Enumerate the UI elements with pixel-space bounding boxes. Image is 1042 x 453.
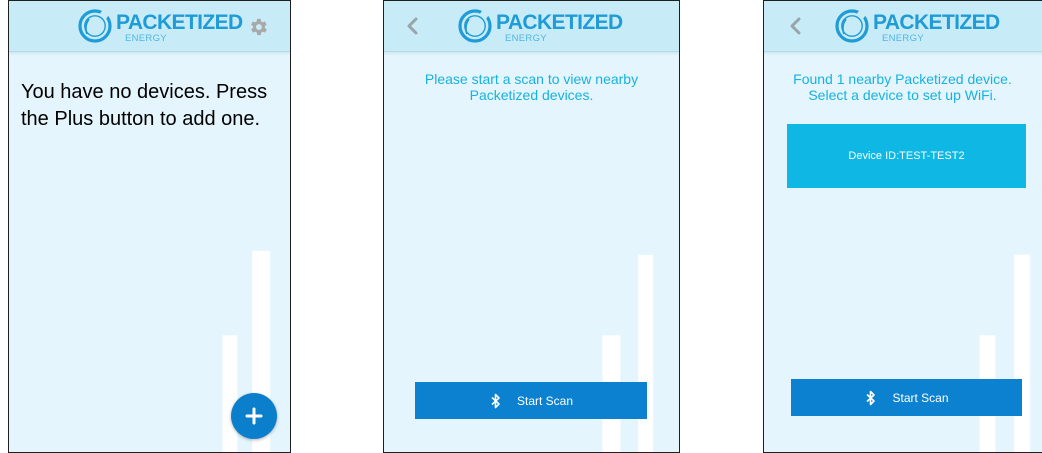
logo-mark-icon bbox=[77, 8, 113, 44]
gear-icon[interactable] bbox=[247, 16, 269, 38]
add-device-button[interactable] bbox=[231, 393, 277, 439]
plus-icon bbox=[244, 406, 264, 426]
brand-logo: PACKETIZED ENERGY bbox=[834, 8, 1000, 44]
scan-instruction-text: Please start a scan to view nearby Packe… bbox=[424, 71, 639, 103]
app-header: PACKETIZED ENERGY bbox=[9, 1, 290, 52]
start-scan-button[interactable]: Start Scan bbox=[791, 379, 1022, 416]
brand-name: PACKETIZED bbox=[496, 11, 623, 34]
app-header: PACKETIZED ENERGY bbox=[764, 1, 1042, 52]
logo-mark-icon bbox=[834, 8, 870, 44]
brand-logo: PACKETIZED ENERGY bbox=[457, 8, 623, 44]
brand-name: PACKETIZED bbox=[873, 11, 1000, 34]
chevron-left-icon[interactable] bbox=[398, 11, 428, 41]
scan-results-text: Found 1 nearby Packetized device. Select… bbox=[793, 71, 1012, 103]
brand-subtitle: ENERGY bbox=[882, 33, 924, 44]
bluetooth-icon bbox=[489, 393, 503, 409]
device-list-item[interactable]: Device ID:TEST-TEST2 bbox=[787, 124, 1026, 188]
bluetooth-icon bbox=[864, 390, 878, 406]
screen-scan-start: PACKETIZED ENERGY Please start a scan to… bbox=[383, 0, 680, 453]
device-id-label: Device ID:TEST-TEST2 bbox=[848, 150, 965, 162]
brand-subtitle: ENERGY bbox=[125, 33, 167, 44]
brand-name: PACKETIZED bbox=[116, 11, 243, 34]
background-decoration bbox=[222, 250, 271, 452]
start-scan-label: Start Scan bbox=[516, 393, 574, 408]
empty-state-message: You have no devices. Press the Plus butt… bbox=[21, 81, 268, 130]
logo-mark-icon bbox=[457, 8, 493, 44]
start-scan-button[interactable]: Start Scan bbox=[415, 382, 647, 419]
app-header: PACKETIZED ENERGY bbox=[384, 1, 679, 52]
start-scan-label: Start Scan bbox=[892, 390, 949, 405]
screen-scan-results: PACKETIZED ENERGY Found 1 nearby Packeti… bbox=[763, 0, 1042, 453]
brand-logo: PACKETIZED ENERGY bbox=[77, 8, 243, 44]
screen-devices-empty: PACKETIZED ENERGY You have no devices. P… bbox=[8, 0, 291, 453]
brand-subtitle: ENERGY bbox=[505, 33, 547, 44]
chevron-left-icon[interactable] bbox=[781, 11, 811, 41]
